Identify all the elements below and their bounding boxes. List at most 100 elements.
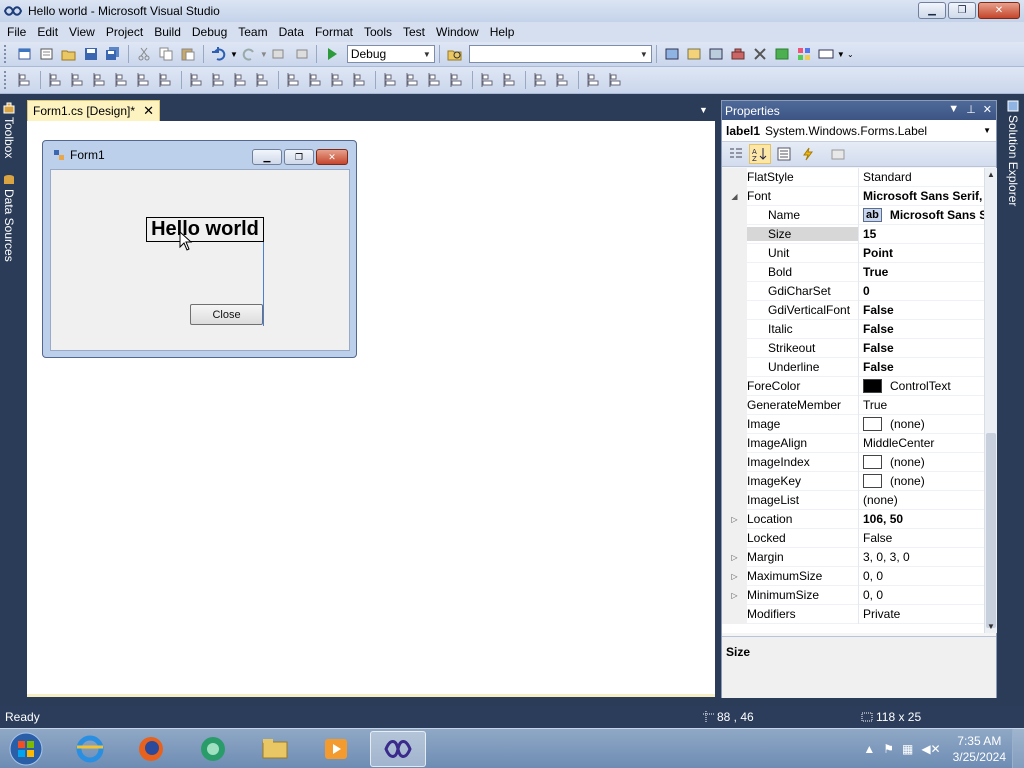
align-to-grid-icon[interactable] bbox=[17, 72, 33, 88]
align-rights-icon[interactable] bbox=[92, 72, 108, 88]
property-value[interactable]: 106, 50 bbox=[858, 509, 984, 529]
undo-icon[interactable] bbox=[211, 46, 227, 62]
menu-help[interactable]: Help bbox=[486, 25, 519, 39]
alphabetical-button[interactable]: AZ bbox=[749, 144, 771, 164]
property-row-imagealign[interactable]: ImageAlign MiddleCenter bbox=[722, 433, 984, 453]
center-vertically-icon[interactable] bbox=[502, 72, 518, 88]
make-same-height-icon[interactable] bbox=[233, 72, 249, 88]
taskbar-app-media-player[interactable] bbox=[308, 731, 364, 767]
property-row-imagelist[interactable]: ImageList (none) bbox=[722, 490, 984, 510]
menu-tools[interactable]: Tools bbox=[360, 25, 396, 39]
start-button[interactable] bbox=[4, 731, 48, 767]
taskbar-app-firefox[interactable] bbox=[123, 731, 179, 767]
form-client-area[interactable]: Hello world Close bbox=[50, 169, 350, 351]
solution-configuration-select[interactable]: Debug ▼ bbox=[346, 45, 435, 63]
expand-icon[interactable]: ▷ bbox=[722, 585, 747, 605]
property-row-forecolor[interactable]: ForeColor ControlText bbox=[722, 376, 984, 396]
redo-icon[interactable] bbox=[241, 46, 257, 62]
property-row-font[interactable]: ◢Font Microsoft Sans Serif, 15 bbox=[722, 186, 984, 206]
expand-icon[interactable]: ▷ bbox=[722, 566, 747, 586]
toolbar-overflow-icon[interactable]: ▼ ⌄ bbox=[837, 50, 854, 59]
decrease-horizontal-spacing-icon[interactable] bbox=[330, 72, 346, 88]
expand-icon[interactable]: ▷ bbox=[722, 509, 747, 529]
maximize-button[interactable]: ❐ bbox=[948, 2, 976, 19]
redo-dropdown-icon[interactable]: ▼ bbox=[260, 50, 268, 59]
cut-icon[interactable] bbox=[136, 46, 152, 62]
toolbar-grip[interactable] bbox=[4, 71, 8, 89]
properties-window-icon[interactable] bbox=[686, 46, 702, 62]
object-selector[interactable]: label1 System.Windows.Forms.Label ▼ bbox=[722, 120, 996, 142]
tab-order-icon[interactable] bbox=[586, 72, 602, 88]
property-row-bold[interactable]: Bold True bbox=[722, 262, 984, 282]
menu-format[interactable]: Format bbox=[311, 25, 357, 39]
events-button[interactable] bbox=[797, 144, 819, 164]
open-file-icon[interactable] bbox=[61, 46, 77, 62]
menu-data[interactable]: Data bbox=[275, 25, 308, 39]
close-window-button[interactable]: ✕ bbox=[978, 2, 1020, 19]
menu-file[interactable]: File bbox=[3, 25, 30, 39]
property-row-locked[interactable]: Locked False bbox=[722, 528, 984, 548]
property-row-size[interactable]: Size 15 bbox=[722, 224, 984, 244]
menu-edit[interactable]: Edit bbox=[33, 25, 62, 39]
add-item-icon[interactable] bbox=[39, 46, 55, 62]
solution-explorer-tab[interactable]: Solution Explorer bbox=[1005, 100, 1021, 206]
start-page-icon[interactable] bbox=[774, 46, 790, 62]
property-value[interactable]: Microsoft Sans Serif, 15 bbox=[858, 186, 984, 206]
form-close-button-control[interactable]: Close bbox=[190, 304, 263, 325]
decrease-vertical-spacing-icon[interactable] bbox=[427, 72, 443, 88]
taskbar-app-chat-app[interactable] bbox=[185, 731, 241, 767]
panel-options-icon[interactable]: ▼ bbox=[948, 103, 959, 116]
property-row-minimumsize[interactable]: ▷ MinimumSize 0, 0 bbox=[722, 585, 984, 605]
property-value[interactable]: ab Microsoft Sans Serif bbox=[858, 205, 984, 225]
menu-build[interactable]: Build bbox=[150, 25, 185, 39]
property-row-generatemember[interactable]: GenerateMember True bbox=[722, 395, 984, 415]
bring-to-front-icon[interactable] bbox=[533, 72, 549, 88]
property-value[interactable]: False bbox=[858, 300, 984, 320]
remove-vertical-spacing-icon[interactable] bbox=[449, 72, 465, 88]
property-row-gdiverticalfont[interactable]: GdiVerticalFont False bbox=[722, 300, 984, 320]
close-icon[interactable]: ✕ bbox=[143, 103, 154, 119]
new-project-icon[interactable] bbox=[17, 46, 33, 62]
property-row-modifiers[interactable]: Modifiers Private bbox=[722, 604, 984, 624]
property-row-gdicharset[interactable]: GdiCharSet 0 bbox=[722, 281, 984, 301]
expand-icon[interactable]: ▷ bbox=[722, 547, 747, 567]
property-value[interactable]: ControlText bbox=[858, 376, 984, 396]
property-row-margin[interactable]: ▷ Margin 3, 0, 3, 0 bbox=[722, 547, 984, 567]
data-sources-tab[interactable]: Data Sources bbox=[1, 174, 17, 262]
navigate-forward-icon[interactable] bbox=[293, 46, 309, 62]
command-window-icon[interactable] bbox=[818, 46, 834, 62]
property-row-underline[interactable]: Underline False bbox=[722, 357, 984, 377]
show-hidden-icons-icon[interactable]: ▲ bbox=[863, 742, 875, 756]
vertical-spacing-equal-icon[interactable] bbox=[383, 72, 399, 88]
volume-muted-icon[interactable]: ◀✕ bbox=[921, 742, 940, 756]
show-desktop-button[interactable] bbox=[1012, 729, 1024, 768]
menu-team[interactable]: Team bbox=[234, 25, 271, 39]
action-center-flag-icon[interactable]: ⚑ bbox=[883, 742, 894, 756]
object-browser-icon[interactable] bbox=[708, 46, 724, 62]
property-value[interactable]: False bbox=[858, 528, 984, 548]
align-centers-icon[interactable] bbox=[70, 72, 86, 88]
save-all-icon[interactable] bbox=[105, 46, 121, 62]
property-value[interactable]: 0 bbox=[858, 281, 984, 301]
property-row-location[interactable]: ▷ Location 106, 50 bbox=[722, 509, 984, 529]
make-same-width-icon[interactable] bbox=[189, 72, 205, 88]
property-row-flatstyle[interactable]: FlatStyle Standard bbox=[722, 168, 984, 187]
pin-icon[interactable]: ⊥ bbox=[966, 103, 976, 116]
property-value[interactable]: Point bbox=[858, 243, 984, 263]
taskbar-app-file-explorer[interactable] bbox=[247, 731, 303, 767]
copy-icon[interactable] bbox=[158, 46, 174, 62]
solution-explorer-icon[interactable] bbox=[664, 46, 680, 62]
save-icon[interactable] bbox=[83, 46, 99, 62]
property-value[interactable]: False bbox=[858, 338, 984, 358]
property-value[interactable]: MiddleCenter bbox=[858, 433, 984, 453]
extension-manager-icon[interactable] bbox=[752, 46, 768, 62]
property-value[interactable]: True bbox=[858, 395, 984, 415]
paste-icon[interactable] bbox=[180, 46, 196, 62]
property-row-imageindex[interactable]: ImageIndex (none) bbox=[722, 452, 984, 472]
team-explorer-icon[interactable] bbox=[796, 46, 812, 62]
align-tops-icon[interactable] bbox=[114, 72, 130, 88]
minimize-button[interactable]: ▁ bbox=[918, 2, 946, 19]
property-value[interactable]: (none) bbox=[858, 452, 984, 472]
menu-window[interactable]: Window bbox=[432, 25, 483, 39]
taskbar-app-visual-studio[interactable] bbox=[370, 731, 426, 767]
